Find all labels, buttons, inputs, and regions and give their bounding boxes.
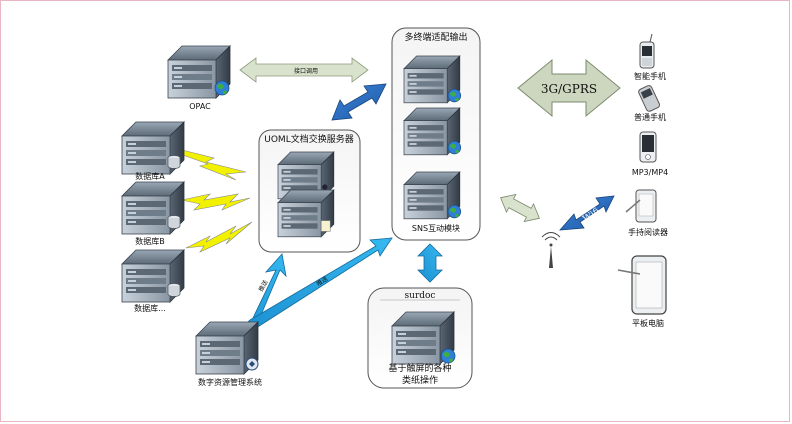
smartphone-icon <box>639 33 655 69</box>
output-surdoc-arrow <box>417 243 443 283</box>
opac-server-icon <box>167 45 231 99</box>
database-b-icon <box>121 181 185 235</box>
sns-server-icon <box>403 171 462 220</box>
architecture-diagram: 多终端适配输出 UOML文档交换服务器 surdoc 接口调用 推送 推送 3G… <box>121 27 668 389</box>
surdoc-box-title: surdoc <box>405 291 436 301</box>
device-mp3-label: MP3/MP4 <box>632 168 668 177</box>
database-b-label: 数据库B <box>135 236 165 246</box>
device-phone-label: 普通手机 <box>634 112 666 122</box>
device-tablet-label: 平板电脑 <box>632 318 664 328</box>
database-etc-label: 数据库... <box>134 303 166 313</box>
uoml-server-2-icon <box>277 189 335 238</box>
sns-wifi-arrow <box>500 193 540 223</box>
uoml-box-title: UOML文档交换服务器 <box>264 133 353 145</box>
dam-label: 数字资源管理系统 <box>198 377 262 387</box>
sns-label: SNS互动模块 <box>412 223 460 233</box>
database-a-label: 数据库A <box>135 171 165 181</box>
output-box-title: 多终端适配输出 <box>404 31 467 43</box>
device-reader-label: 手持阅读器 <box>628 227 668 237</box>
antenna-icon <box>541 232 561 268</box>
surdoc-desc-line1: 基于触屏的各种 <box>388 362 451 374</box>
uoml-output-arrow <box>331 83 387 121</box>
dam-server-icon <box>195 321 259 375</box>
opac-link-label: 接口调用 <box>294 67 318 75</box>
opac-label: OPAC <box>189 102 211 111</box>
surdoc-server-icon <box>391 311 456 365</box>
flip-phone-icon <box>638 85 661 112</box>
device-smartphone-label: 智能手机 <box>634 71 666 81</box>
output-server-2-icon <box>403 107 462 156</box>
tablet-icon <box>617 255 667 315</box>
network-3g-arrow: 3G/GPRS <box>517 58 621 118</box>
bolt-2-icon <box>181 193 251 211</box>
database-a-icon <box>121 121 185 175</box>
network-3g-label: 3G/GPRS <box>541 82 597 96</box>
ebook-reader-icon <box>625 189 657 223</box>
opac-link-arrow: 接口调用 <box>239 57 369 83</box>
surdoc-desc-line2: 类纸操作 <box>402 374 438 386</box>
mp3-player-icon <box>639 131 657 163</box>
wifi-arrow: Wifi <box>559 195 615 231</box>
database-etc-icon <box>121 249 185 303</box>
output-server-1-icon <box>403 55 462 104</box>
bolt-1-icon <box>179 149 247 181</box>
bolt-3-icon <box>185 221 253 253</box>
